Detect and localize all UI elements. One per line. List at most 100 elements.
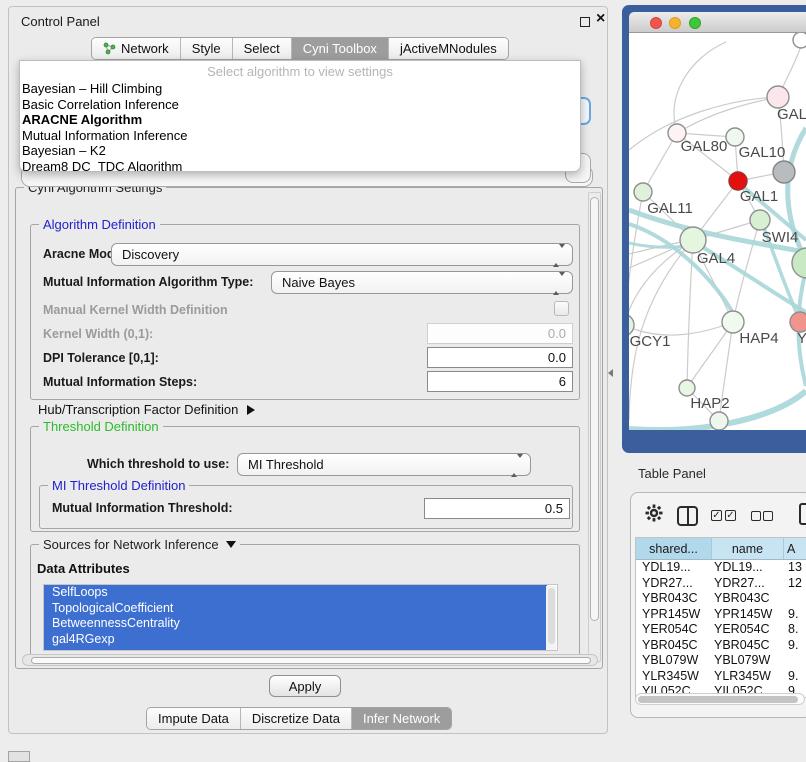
expand-right-icon bbox=[247, 405, 255, 415]
kernel-width-field: 0.0 bbox=[427, 323, 573, 344]
algorithm-option-dream8-dc-tdc-algorithm[interactable]: Dream8 DC_TDC Algorithm bbox=[20, 159, 580, 172]
restore-icon[interactable] bbox=[580, 17, 590, 27]
scrollbar-thumb[interactable] bbox=[590, 197, 599, 621]
table-row[interactable]: YBL079WYBL079W bbox=[636, 653, 806, 669]
minimize-traffic-light[interactable] bbox=[669, 17, 681, 29]
table-row[interactable]: YDL19...YDL19...13 bbox=[636, 560, 806, 576]
node-label: Y bbox=[797, 330, 806, 347]
tab-select[interactable]: Select bbox=[232, 38, 291, 59]
algorithm-dropdown-popup: Select algorithm to view settings Bayesi… bbox=[19, 60, 581, 172]
mi-steps-field[interactable]: 6 bbox=[427, 371, 573, 392]
gear-icon[interactable] bbox=[645, 504, 663, 522]
network-node[interactable] bbox=[793, 33, 806, 48]
hub-definition-toggle[interactable]: Hub/Transcription Factor Definition bbox=[38, 402, 255, 417]
tab-style[interactable]: Style bbox=[180, 38, 232, 59]
table-row[interactable]: YDR27...YDR27...12 bbox=[636, 576, 806, 592]
table-cell: YBR045C bbox=[712, 638, 784, 654]
bottom-tabs: Impute DataDiscretize Data Infer Network bbox=[146, 707, 452, 730]
mi-threshold-label: Mutual Information Threshold: bbox=[52, 501, 233, 515]
algorithm-option-bayesian-k2[interactable]: Bayesian – K2 bbox=[20, 143, 580, 159]
scrollbar-thumb[interactable] bbox=[31, 657, 591, 664]
algorithm-placeholder: Select algorithm to view settings bbox=[20, 64, 580, 79]
which-threshold-combo[interactable]: MI Threshold bbox=[237, 453, 531, 476]
network-view-window: GALGAL80GAL10GAL1GAL11SWI4GAL4GCY1HAP4YH… bbox=[622, 5, 806, 453]
data-attribute-item[interactable]: BetweennessCentrality bbox=[44, 616, 547, 632]
select-all-checkbox-icon[interactable]: ✓ bbox=[711, 510, 722, 521]
threshold-definition-group: Threshold Definition Which threshold to … bbox=[30, 426, 580, 532]
table-horizontal-scrollbar[interactable] bbox=[635, 693, 805, 705]
scrollbar-thumb[interactable] bbox=[638, 696, 798, 703]
network-node[interactable] bbox=[773, 161, 795, 183]
mi-algorithm-type-label: Mutual Information Algorithm Type: bbox=[43, 275, 253, 289]
network-node[interactable] bbox=[767, 86, 789, 108]
close-icon[interactable]: × bbox=[596, 10, 605, 28]
tab-label: Cyni Toolbox bbox=[303, 41, 377, 56]
kernel-width-label: Kernel Width (0,1): bbox=[43, 327, 153, 341]
settings-horizontal-scrollbar[interactable] bbox=[22, 654, 598, 666]
aracne-mode-combo[interactable]: Discovery bbox=[111, 243, 573, 266]
table-cell bbox=[784, 591, 806, 607]
network-node[interactable] bbox=[790, 312, 806, 332]
table-cell: YBL079W bbox=[636, 653, 712, 669]
data-attribute-item[interactable]: gal4RGexp bbox=[44, 632, 547, 648]
select-all-checkbox-icon[interactable]: ✓ bbox=[725, 510, 736, 521]
node-label: HAP4 bbox=[739, 330, 778, 347]
table-row[interactable]: YLR345WYLR345W9. bbox=[636, 669, 806, 685]
network-canvas[interactable]: GALGAL80GAL10GAL1GAL11SWI4GAL4GCY1HAP4YH… bbox=[629, 33, 806, 430]
table-cell: YBR043C bbox=[712, 591, 784, 607]
tab-cyni-toolbox[interactable]: Cyni Toolbox bbox=[291, 38, 388, 59]
data-attribute-item[interactable]: SelfLoops bbox=[44, 585, 547, 601]
zoom-traffic-light[interactable] bbox=[689, 17, 701, 29]
network-window-titlebar[interactable] bbox=[629, 12, 806, 33]
deselect-all-checkbox-icon[interactable] bbox=[751, 511, 761, 521]
algorithm-definition-title: Algorithm Definition bbox=[39, 217, 160, 232]
network-node[interactable] bbox=[710, 412, 728, 430]
node-label: GAL10 bbox=[739, 144, 786, 161]
tab-jactivemnodules[interactable]: jActiveMNodules bbox=[388, 38, 508, 59]
table-cell: 9. bbox=[784, 607, 806, 623]
sources-title-row[interactable]: Sources for Network Inference bbox=[39, 537, 240, 552]
mi-threshold-field[interactable]: 0.5 bbox=[424, 498, 570, 519]
node-label: GAL1 bbox=[740, 188, 778, 205]
tab-discretize-data[interactable]: Discretize Data bbox=[240, 708, 351, 729]
table-cell: YDL19... bbox=[712, 560, 784, 576]
close-traffic-light[interactable] bbox=[650, 17, 662, 29]
node-label: GAL80 bbox=[681, 138, 728, 155]
tab-infer-network[interactable]: Infer Network bbox=[351, 708, 451, 729]
settings-vertical-scrollbar[interactable] bbox=[588, 192, 601, 662]
tab-network[interactable]: Network bbox=[92, 38, 180, 59]
show-columns-icon[interactable] bbox=[677, 506, 698, 526]
algorithm-option-basic-correlation-inference[interactable]: Basic Correlation Inference bbox=[20, 97, 580, 113]
tab-impute-data[interactable]: Impute Data bbox=[147, 708, 240, 729]
table-row[interactable]: YBR045CYBR045C9. bbox=[636, 638, 806, 654]
algorithm-option-mutual-information-inference[interactable]: Mutual Information Inference bbox=[20, 128, 580, 144]
data-attribute-item[interactable]: TopologicalCoefficient bbox=[44, 601, 547, 617]
network-node[interactable] bbox=[679, 380, 695, 396]
column-header-shared[interactable]: shared... bbox=[636, 538, 712, 559]
clipped-toolbar-icon[interactable] bbox=[799, 503, 806, 525]
table-row[interactable]: YER054CYER054C8. bbox=[636, 622, 806, 638]
table-cell: 8. bbox=[784, 622, 806, 638]
column-header-name[interactable]: name bbox=[712, 538, 784, 559]
corner-icon bbox=[8, 751, 30, 762]
splitter-handle[interactable] bbox=[608, 369, 613, 377]
apply-button[interactable]: Apply bbox=[269, 675, 341, 697]
algorithm-option-aracne-algorithm[interactable]: ARACNE Algorithm bbox=[20, 112, 580, 128]
aracne-mode-value: Discovery bbox=[122, 247, 179, 262]
network-icon bbox=[103, 42, 116, 55]
deselect-all-checkbox-icon[interactable] bbox=[763, 511, 773, 521]
tab-label: Infer Network bbox=[363, 711, 440, 726]
network-node[interactable] bbox=[750, 210, 770, 230]
network-node[interactable] bbox=[634, 183, 652, 201]
mi-algorithm-type-combo[interactable]: Naive Bayes bbox=[271, 271, 573, 294]
algorithm-option-bayesian-hill-climbing[interactable]: Bayesian – Hill Climbing bbox=[20, 81, 580, 97]
attributes-scrollbar[interactable] bbox=[546, 586, 556, 650]
dpi-tolerance-field[interactable]: 0.0 bbox=[427, 347, 573, 368]
table-row[interactable]: YPR145WYPR145W9. bbox=[636, 607, 806, 623]
table-panel: ✓ ✓ shared...nameA YDL19...YDL19...13YDR… bbox=[630, 492, 806, 718]
network-node[interactable] bbox=[792, 248, 806, 278]
table-row[interactable]: YBR043CYBR043C bbox=[636, 591, 806, 607]
table-cell: YDR27... bbox=[712, 576, 784, 592]
column-header-a[interactable]: A bbox=[784, 538, 806, 559]
node-label: SWI4 bbox=[762, 229, 799, 246]
